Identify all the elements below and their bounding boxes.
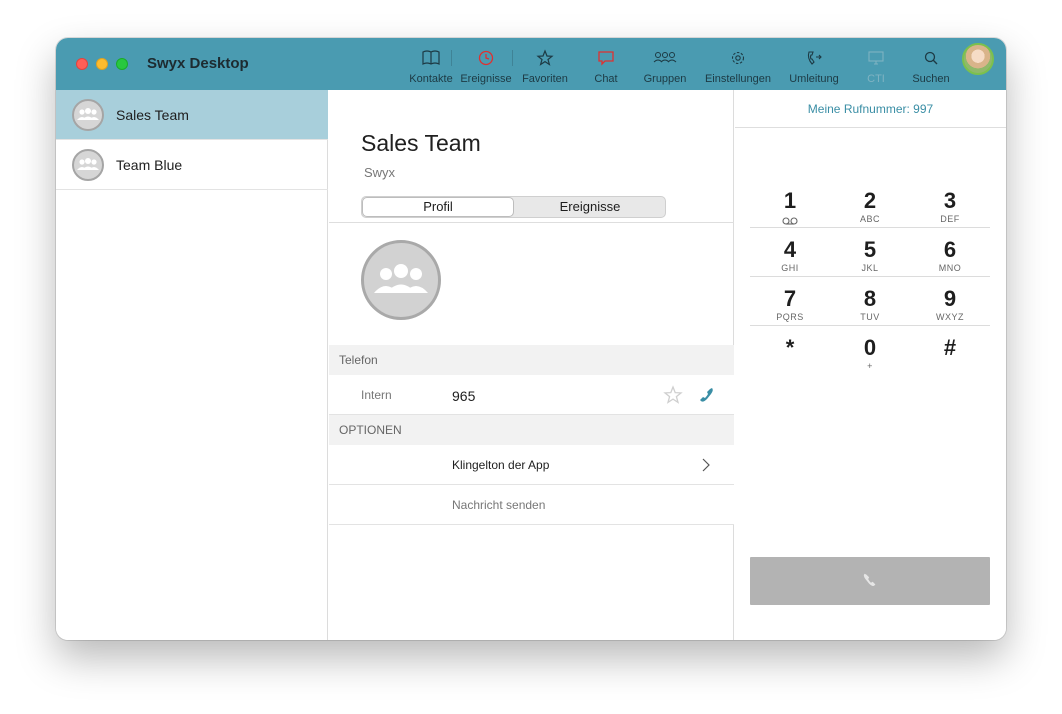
- group-avatar: [72, 99, 104, 131]
- toolbar-separator: [512, 50, 513, 66]
- dialpad-key-star[interactable]: *: [750, 332, 830, 381]
- section-header-telefon: Telefon: [329, 345, 734, 375]
- divider: [750, 227, 990, 228]
- user-avatar[interactable]: [962, 43, 994, 75]
- title-bar: Swyx Desktop Kontakte Ereignisse Favorit…: [56, 38, 1006, 90]
- section-header-optionen: OPTIONEN: [329, 415, 734, 445]
- close-window-button[interactable]: [76, 58, 88, 70]
- star-icon: [536, 49, 554, 66]
- call-phone-icon[interactable]: [696, 385, 716, 405]
- sidebar-item-sales-team[interactable]: Sales Team: [56, 90, 328, 140]
- book-icon: [422, 50, 440, 65]
- sidebar-item-label: Sales Team: [116, 107, 189, 123]
- group-icon: [77, 108, 99, 120]
- my-number: Meine Rufnummer: 997: [735, 90, 1006, 128]
- option-ringtone[interactable]: Klingelton der App: [329, 445, 734, 485]
- call-forward-icon: [807, 51, 822, 65]
- phone-row: Intern 965: [329, 375, 734, 415]
- toolbar-ereignisse[interactable]: Ereignisse: [456, 38, 516, 90]
- chevron-right-icon: [702, 458, 710, 472]
- detail-tabs: Profil Ereignisse: [361, 196, 666, 218]
- gear-icon: [731, 51, 745, 65]
- contact-detail: Sales Team Swyx Profil Ereignisse Telefo…: [329, 90, 734, 640]
- option-send-message[interactable]: Nachricht senden: [329, 485, 734, 525]
- divider: [750, 276, 990, 277]
- zoom-window-button[interactable]: [116, 58, 128, 70]
- sidebar-item-label: Team Blue: [116, 157, 183, 173]
- toolbar-gruppen[interactable]: Gruppen: [636, 38, 694, 90]
- dialpad-key-hash[interactable]: #: [910, 332, 990, 381]
- dialpad-key-0[interactable]: 0 +: [830, 332, 910, 381]
- monitor-icon: [868, 51, 884, 65]
- group-icon: [653, 52, 677, 63]
- divider: [750, 325, 990, 326]
- favorite-star-icon[interactable]: [663, 385, 683, 405]
- sidebar: Sales Team Team Blue: [56, 90, 328, 640]
- option-label: Nachricht senden: [452, 498, 546, 512]
- page-title: Sales Team: [361, 130, 481, 156]
- app-title: Swyx Desktop: [147, 55, 249, 72]
- toolbar-chat[interactable]: Chat: [581, 38, 631, 90]
- toolbar-suchen[interactable]: Suchen: [906, 38, 956, 90]
- voicemail-icon: [782, 217, 798, 225]
- phone-number[interactable]: 965: [452, 388, 475, 404]
- tab-ereignisse[interactable]: Ereignisse: [515, 197, 665, 217]
- call-button[interactable]: [750, 557, 990, 605]
- group-avatar-large: [361, 240, 441, 320]
- toolbar-favoriten[interactable]: Favoriten: [516, 38, 574, 90]
- page-subtitle: Swyx: [364, 165, 396, 180]
- phone-type-label: Intern: [361, 388, 392, 402]
- sidebar-item-team-blue[interactable]: Team Blue: [56, 140, 328, 190]
- toolbar-separator: [451, 50, 452, 66]
- toolbar-kontakte[interactable]: Kontakte: [401, 38, 461, 90]
- minimize-window-button[interactable]: [96, 58, 108, 70]
- app-window: Swyx Desktop Kontakte Ereignisse Favorit…: [56, 38, 1006, 640]
- group-avatar: [72, 149, 104, 181]
- toolbar-cti[interactable]: CTI: [856, 38, 896, 90]
- toolbar-umleitung[interactable]: Umleitung: [784, 38, 844, 90]
- option-label: Klingelton der App: [452, 458, 550, 472]
- clock-icon: [478, 50, 494, 66]
- group-icon: [77, 158, 99, 170]
- dialpad-panel: Meine Rufnummer: 997 1 2 ABC 3 DEF 4 GHI 5J…: [735, 90, 1006, 640]
- tab-profil[interactable]: Profil: [362, 197, 514, 217]
- search-icon: [924, 51, 938, 65]
- chat-bubble-icon: [598, 51, 614, 66]
- toolbar-einstellungen[interactable]: Einstellungen: [701, 38, 775, 90]
- phone-icon: [863, 573, 876, 586]
- group-icon: [374, 264, 428, 293]
- divider: [329, 222, 734, 223]
